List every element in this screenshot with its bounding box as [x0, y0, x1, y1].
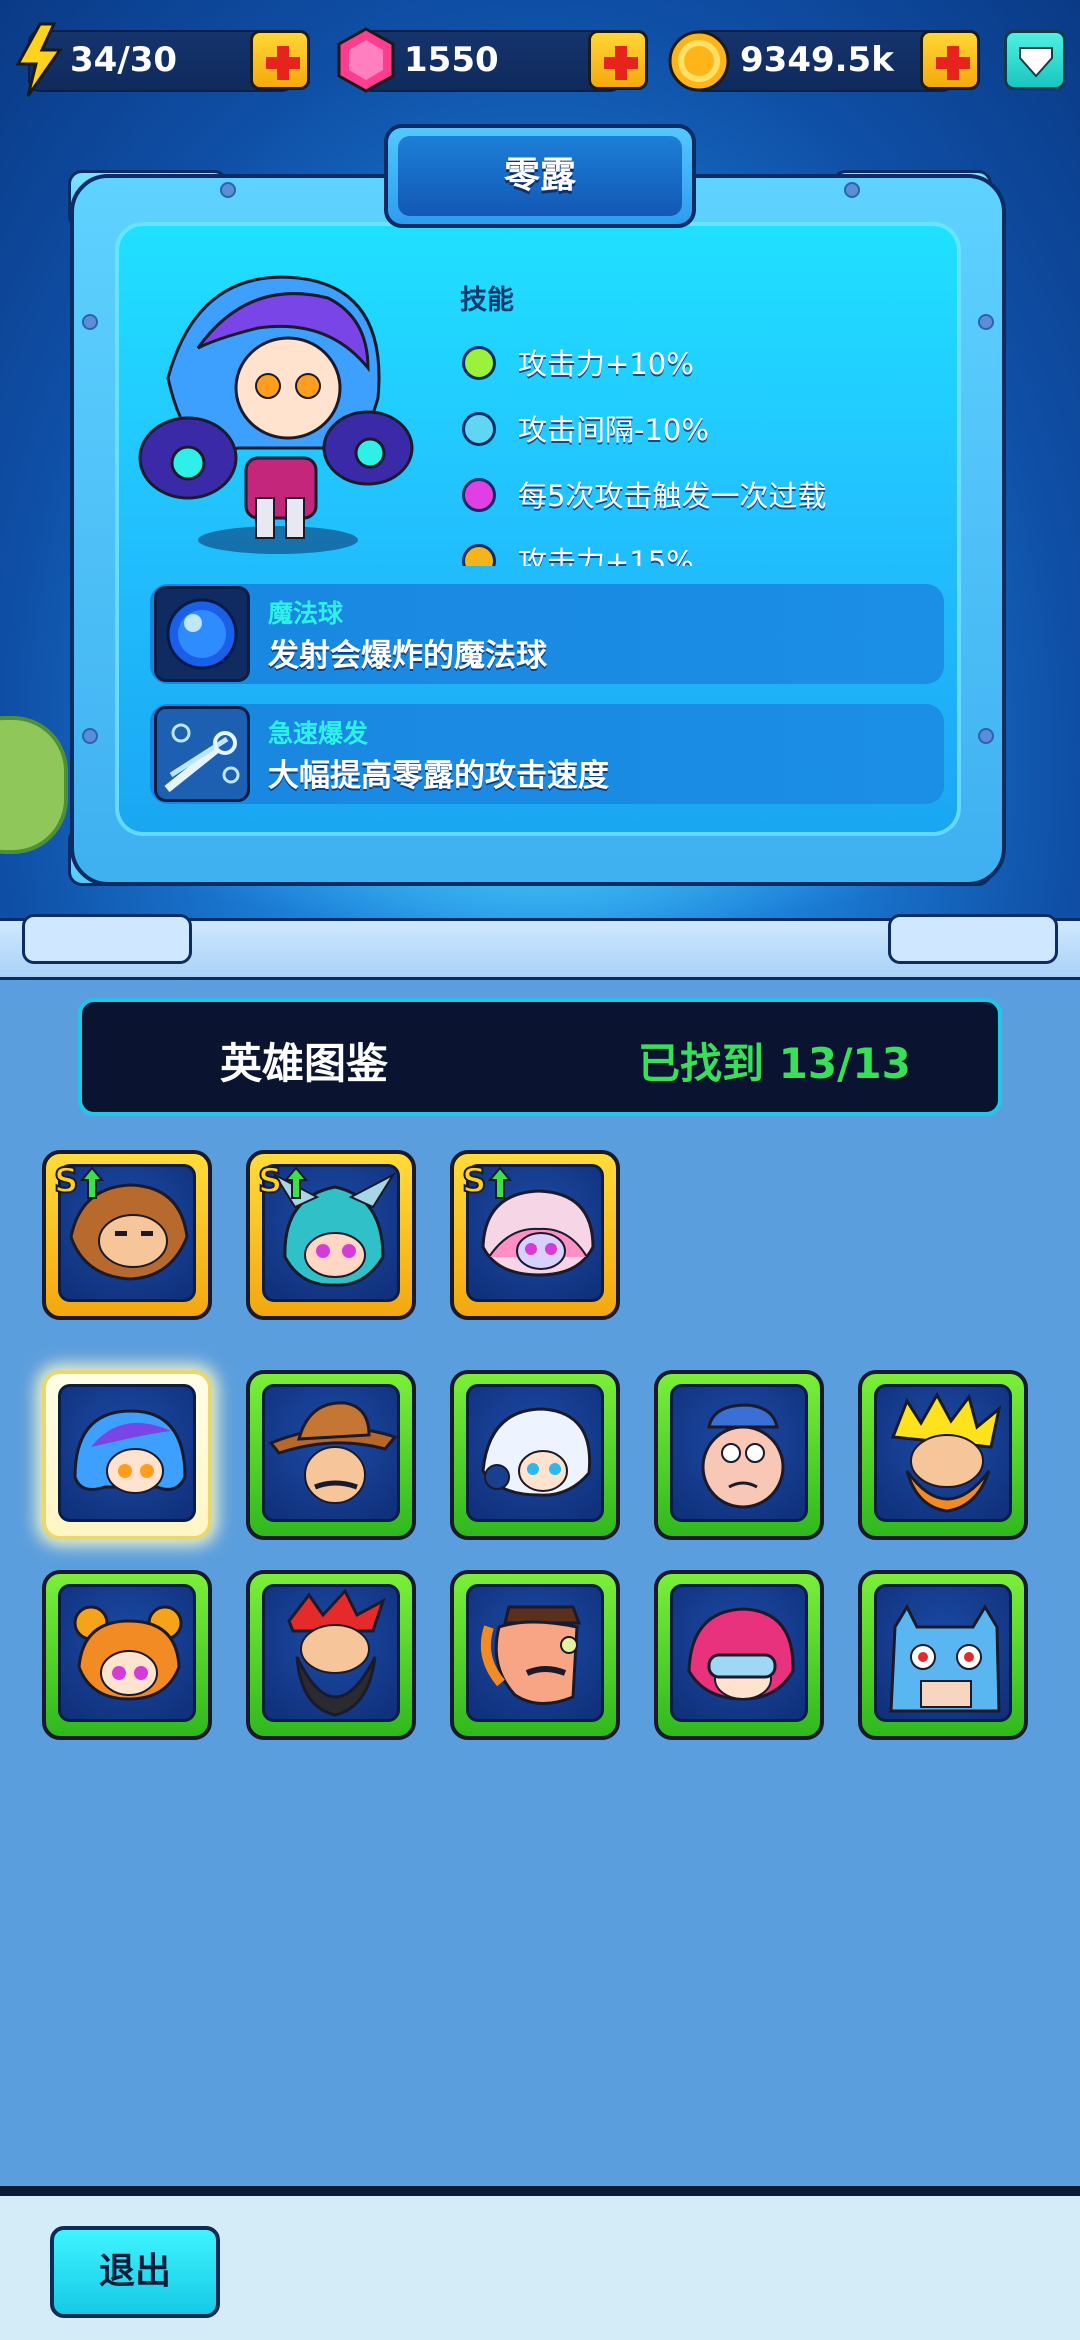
hero-face-whitehair	[481, 1407, 592, 1497]
rivet	[220, 182, 236, 198]
rivet	[844, 182, 860, 198]
skill-dot-magenta	[462, 478, 496, 512]
hero-portrait-linglu	[138, 275, 414, 554]
star-up-badge-icon: S	[257, 1160, 308, 1202]
svg-text:S: S	[54, 1161, 79, 1201]
star-up-badge-icon: S	[461, 1160, 512, 1202]
gems-value: 1550	[404, 40, 499, 80]
exit-button[interactable]: 退出	[50, 2226, 220, 2318]
add-coins-button[interactable]	[920, 30, 980, 90]
hero-face-bluemonster	[889, 1603, 1001, 1713]
lightning-icon	[15, 22, 63, 97]
skill-row: 每5次攻击触发一次过载	[460, 476, 930, 516]
star-up-badge-icon: S	[53, 1160, 104, 1202]
hero-name: 零露	[503, 155, 576, 196]
ability-desc: 大幅提高零露的攻击速度	[268, 758, 609, 794]
hero-card-mustache[interactable]	[450, 1570, 620, 1740]
svg-text:S: S	[258, 1161, 283, 1201]
collection-title: 英雄图鉴	[220, 1039, 389, 1088]
ledge-cap	[888, 914, 1058, 964]
energy-value: 34/30	[70, 40, 178, 80]
shield-icon	[1019, 47, 1053, 78]
hero-card-pirate[interactable]	[246, 1570, 416, 1740]
rivet	[82, 314, 98, 330]
coin-icon	[668, 30, 730, 92]
hero-face-viking	[890, 1391, 1002, 1513]
hero-card-cowboy[interactable]	[246, 1370, 416, 1540]
add-gems-button[interactable]	[588, 30, 648, 90]
rapid-burst-icon	[154, 706, 250, 802]
hero-face-linglu	[73, 1409, 187, 1494]
coins-value: 9349.5k	[740, 40, 894, 80]
ability-card[interactable]: 魔法球 发射会爆炸的魔法球	[150, 584, 944, 684]
hero-face-cowboy	[268, 1401, 397, 1504]
collection-found-count: 已找到 13/13	[638, 1039, 911, 1088]
hero-card-linglu[interactable]	[42, 1370, 212, 1540]
hero-card-pinkgirl[interactable]: S	[450, 1150, 620, 1320]
ledge-cap	[22, 914, 192, 964]
skill-dot-cyan	[462, 412, 496, 446]
plus-icon	[266, 46, 300, 80]
skill-text: 攻击力+15%	[518, 545, 694, 566]
add-energy-button[interactable]	[250, 30, 310, 90]
hero-face-pirate	[287, 1588, 386, 1717]
hero-face-mustache	[481, 1605, 582, 1705]
hero-card-knight[interactable]: S	[246, 1150, 416, 1320]
plus-icon	[936, 46, 970, 80]
ability-desc: 发射会爆炸的魔法球	[268, 638, 547, 674]
hero-card-whitehair[interactable]	[450, 1370, 620, 1540]
plus-icon	[604, 46, 638, 80]
hero-card-pinkgoggles[interactable]	[654, 1570, 824, 1740]
skills-label: 技能	[460, 285, 514, 316]
ability-card[interactable]: 急速爆发 大幅提高零露的攻击速度	[150, 704, 944, 804]
hero-card-viking[interactable]	[858, 1370, 1028, 1540]
skill-dot-green	[462, 346, 496, 380]
hero-card-monkey[interactable]: S	[42, 1150, 212, 1320]
skill-text: 每5次攻击触发一次过载	[518, 479, 827, 513]
rivet	[978, 314, 994, 330]
gem-icon	[337, 27, 395, 93]
ability-name: 急速爆发	[268, 719, 369, 748]
skill-row: 攻击力+10%	[460, 344, 930, 384]
skill-dot-orange	[462, 544, 496, 566]
skill-row: 攻击力+15%	[460, 542, 930, 566]
hero-card-buns[interactable]	[42, 1570, 212, 1740]
svg-text:S: S	[462, 1161, 487, 1201]
skill-text: 攻击力+10%	[518, 347, 694, 381]
ability-name: 魔法球	[268, 599, 344, 628]
hero-card-bigface[interactable]	[654, 1370, 824, 1540]
rivet	[978, 728, 994, 744]
hero-face-buns	[73, 1605, 183, 1701]
skill-text: 攻击间隔-10%	[518, 413, 709, 447]
skill-row: 攻击间隔-10%	[460, 410, 930, 450]
hero-face-bigface	[701, 1403, 785, 1509]
magic-orb-icon	[154, 586, 250, 682]
rivet	[82, 728, 98, 744]
skill-list: 攻击力+10% 攻击间隔-10% 每5次攻击触发一次过载 攻击力+15%	[460, 330, 930, 566]
shield-button[interactable]	[1004, 30, 1066, 90]
hero-card-bluemonster[interactable]	[858, 1570, 1028, 1740]
hero-face-pinkgoggles	[687, 1607, 795, 1701]
